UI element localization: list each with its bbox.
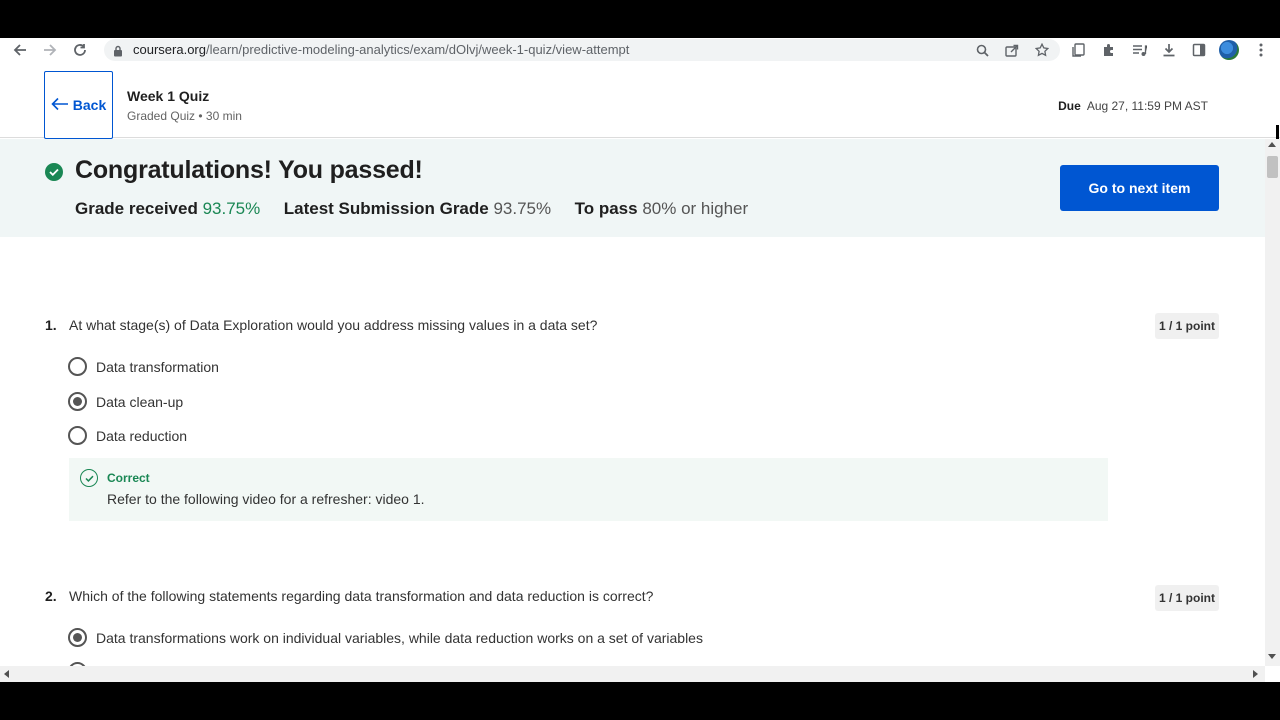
radio-button[interactable] (68, 426, 87, 445)
question-text: At what stage(s) of Data Exploration wou… (69, 317, 598, 333)
kebab-menu-icon[interactable] (1251, 40, 1271, 60)
star-icon[interactable] (1033, 41, 1051, 59)
option-label: Data clean-up (96, 393, 184, 410)
browser-toolbar: coursera.org/learn/predictive-modeling-a… (0, 38, 1280, 62)
due-date: Due Aug 27, 11:59 PM AST (1058, 99, 1208, 113)
reload-icon[interactable] (70, 40, 90, 60)
to-pass-label: To pass (574, 199, 638, 218)
points-badge: 1 / 1 point (1155, 313, 1219, 339)
to-pass-value: 80% or higher (642, 199, 749, 218)
lock-icon (113, 44, 123, 62)
points-badge: 1 / 1 point (1155, 585, 1219, 611)
letterbox-top (0, 0, 1280, 38)
feedback-box: Correct Refer to the following video for… (69, 458, 1108, 521)
grade-summary: Grade received 93.75% Latest Submission … (75, 199, 748, 219)
option-label: Data reduction (96, 427, 188, 444)
radio-button-selected[interactable] (68, 392, 87, 411)
feedback-text: Refer to the following video for a refre… (107, 491, 425, 507)
answer-option[interactable]: Data transformation (68, 357, 219, 376)
vertical-scrollbar[interactable] (1265, 139, 1280, 666)
arrow-left-icon (51, 97, 69, 114)
side-panel-icon[interactable] (1189, 40, 1209, 60)
scroll-right-arrow-icon[interactable] (1253, 670, 1258, 678)
grade-received-label: Grade received (75, 199, 198, 218)
extensions-icon[interactable] (1099, 40, 1119, 60)
address-bar[interactable]: coursera.org/learn/predictive-modeling-a… (104, 39, 1060, 61)
scroll-thumb[interactable] (1267, 156, 1278, 178)
media-icon[interactable] (1129, 40, 1149, 60)
pass-title: Congratulations! You passed! (75, 156, 423, 184)
quiz-title: Week 1 Quiz (127, 88, 210, 104)
question-number: 2. (45, 588, 57, 604)
letterbox-bottom (0, 682, 1280, 720)
forward-arrow-icon[interactable] (40, 40, 60, 60)
url-text: coursera.org/learn/predictive-modeling-a… (133, 42, 630, 57)
option-label: Data transformation (96, 358, 219, 375)
option-label: Data transformations work on individual … (96, 629, 703, 646)
grade-received-value: 93.75% (202, 199, 261, 218)
scroll-up-arrow-icon[interactable] (1268, 142, 1276, 147)
latest-grade-label: Latest Submission Grade (283, 199, 489, 218)
radio-button-selected[interactable] (68, 628, 87, 647)
search-icon[interactable] (973, 41, 991, 59)
share-icon[interactable] (1003, 41, 1021, 59)
due-value: Aug 27, 11:59 PM AST (1086, 99, 1208, 113)
due-label: Due (1058, 99, 1081, 113)
answer-option[interactable]: Data clean-up (68, 392, 183, 411)
go-to-next-item-button[interactable]: Go to next item (1060, 165, 1219, 211)
reading-list-icon[interactable] (1069, 40, 1089, 60)
back-label: Back (72, 97, 107, 113)
check-circle-outline-icon (80, 469, 98, 487)
browser-window: coursera.org/learn/predictive-modeling-a… (0, 38, 1280, 682)
horizontal-scrollbar[interactable] (0, 666, 1265, 682)
scroll-left-arrow-icon[interactable] (4, 670, 9, 678)
answer-option[interactable]: Data reduction (68, 426, 187, 445)
quiz-subtitle: Graded Quiz • 30 min (127, 109, 242, 123)
radio-button[interactable] (68, 357, 87, 376)
feedback-title: Correct (107, 471, 150, 485)
answer-option[interactable]: Data transformations work on individual … (68, 628, 703, 647)
check-circle-icon (45, 163, 63, 181)
question-number: 1. (45, 317, 57, 333)
profile-avatar[interactable] (1219, 40, 1239, 60)
text-cursor (1276, 125, 1279, 139)
back-arrow-icon[interactable] (10, 40, 30, 60)
download-icon[interactable] (1159, 40, 1179, 60)
scroll-down-arrow-icon[interactable] (1268, 654, 1276, 659)
pass-banner: Congratulations! You passed! Grade recei… (0, 139, 1265, 237)
quiz-header: Back Week 1 Quiz Graded Quiz • 30 min Du… (0, 62, 1280, 139)
latest-grade-value: 93.75% (493, 199, 552, 218)
question-text: Which of the following statements regard… (69, 588, 654, 604)
back-button[interactable]: Back (44, 71, 113, 139)
